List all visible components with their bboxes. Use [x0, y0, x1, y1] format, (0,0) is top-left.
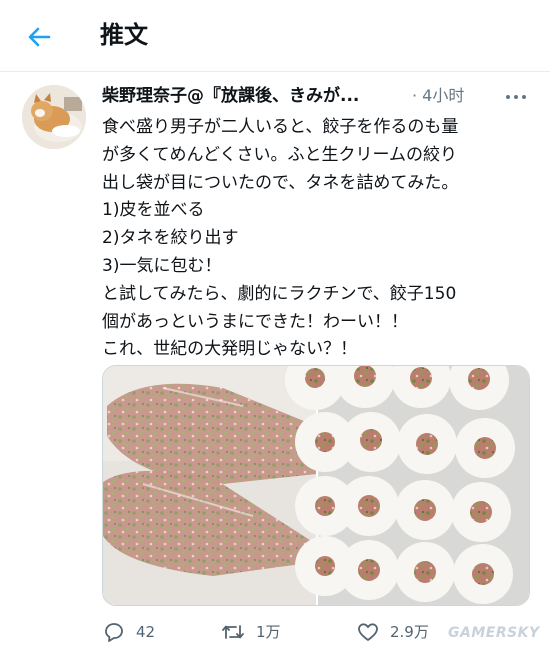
dumplings-photo	[285, 366, 529, 605]
piping-bags-photo	[103, 366, 316, 605]
more-button[interactable]	[504, 87, 528, 107]
retweet-icon	[222, 625, 244, 639]
arrow-left-icon	[28, 27, 51, 47]
tweet-media[interactable]	[102, 365, 530, 606]
tweet-text-line: 3)一気に包む！	[102, 255, 222, 276]
heart-icon	[358, 623, 378, 641]
like-button[interactable]: 2.9万	[356, 617, 429, 647]
reply-button[interactable]: 42	[102, 617, 155, 647]
like-count: 2.9万	[390, 623, 429, 641]
tweet-text-line: が多くてめんどくさい。ふと生クリームの絞り	[102, 144, 457, 165]
more-dots-icon	[506, 95, 526, 99]
tweet-text-line: 2)タネを絞り出す	[102, 228, 239, 249]
reply-count: 42	[136, 623, 156, 641]
tweet: 柴野理奈子@『放課後、きみが... · 4小时 食べ盛り男子が二人いると、餃子を…	[0, 73, 550, 652]
timestamp[interactable]: · 4小时	[412, 83, 464, 109]
retweet-button[interactable]: 1万	[220, 617, 281, 647]
tweet-text: 食べ盛り男子が二人いると、餃子を作るのも量 が多くてめんどくさい。ふと生クリーム…	[102, 114, 532, 364]
author-name[interactable]: 柴野理奈子@『放課後、きみが...	[102, 83, 402, 109]
tweet-text-line: と試してみたら、劇的にラクチンで、餃子150	[102, 283, 457, 304]
tweet-text-line: 出し袋が目についたので、タネを詰めてみた。	[102, 172, 459, 193]
back-button[interactable]	[22, 20, 56, 54]
avatar[interactable]	[22, 85, 86, 149]
watermark: GAMERSKY	[448, 625, 540, 641]
tweet-text-line: 1)皮を並べる	[102, 200, 205, 221]
cat-avatar-image	[22, 85, 86, 149]
tweet-text-line: 個があっというまにできた！わーい！！	[102, 311, 408, 332]
top-bar: 推文	[0, 0, 550, 72]
page-title: 推文	[100, 21, 148, 49]
retweet-count: 1万	[256, 623, 281, 641]
reply-icon	[105, 623, 123, 642]
tweet-text-line: 食べ盛り男子が二人いると、餃子を作るのも量	[102, 117, 459, 137]
tweet-text-line: これ、世紀の大発明じゃない？！	[102, 339, 358, 360]
